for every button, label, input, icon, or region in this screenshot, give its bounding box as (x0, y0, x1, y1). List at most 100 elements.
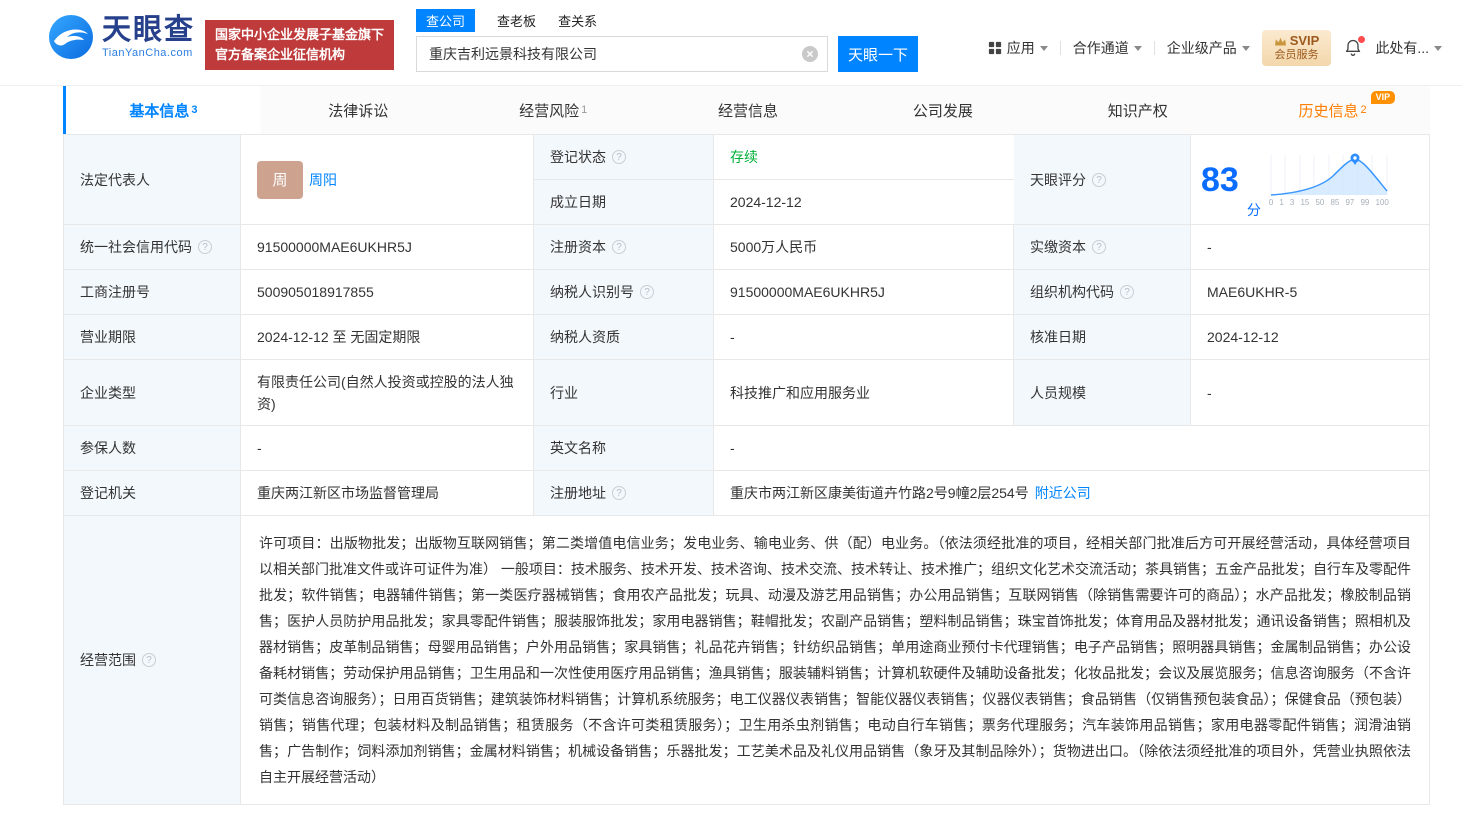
tab-label: 经营信息 (718, 100, 778, 121)
taxpayer-id-label: 纳税人识别号? (534, 270, 714, 314)
reg-status-label: 登记状态? (534, 135, 714, 179)
certification-badge: 国家中小企业发展子基金旗下 官方备案企业征信机构 (205, 20, 394, 70)
reg-number-value: 500905018917855 (241, 270, 534, 314)
legal-rep-value: 周 周阳 (241, 135, 534, 224)
notifications-bell-icon[interactable] (1343, 38, 1363, 58)
nav-more[interactable]: 此处有... (1375, 38, 1442, 58)
tianyancha-logo-icon (48, 14, 94, 60)
chevron-down-icon (1040, 46, 1048, 51)
reg-capital-value: 5000万人民币 (714, 225, 1014, 269)
help-icon[interactable]: ? (612, 240, 626, 254)
tab-history-info[interactable]: 历史信息2 VIP (1235, 86, 1430, 134)
insured-count-value: - (241, 426, 534, 470)
nav-cooperation[interactable]: 合作通道 (1073, 38, 1142, 58)
nav-cooperation-label: 合作通道 (1073, 38, 1129, 58)
tab-count: 2 (1361, 104, 1367, 116)
site-header: 天眼查 TianYanCha.com 国家中小企业发展子基金旗下 官方备案企业征… (0, 0, 1462, 86)
nearby-companies-link[interactable]: 附近公司 (1035, 483, 1091, 503)
score-axis: 013 155085 9799100 (1269, 198, 1389, 207)
tab-company-development[interactable]: 公司发展 (845, 86, 1040, 134)
help-icon[interactable]: ? (1092, 240, 1106, 254)
reg-address-value: 重庆市两江新区康美街道卉竹路2号9幢2层254号 附近公司 (714, 471, 1429, 515)
brand-name: 天眼查 (102, 15, 195, 47)
basic-info-table: 法定代表人 周 周阳 登记状态? 存续 成立日期 2024-12-12 天眼评分… (63, 134, 1430, 805)
industry-label: 行业 (534, 360, 714, 425)
company-type-label: 企业类型 (64, 360, 241, 425)
tab-label: 法律诉讼 (328, 100, 388, 121)
chevron-down-icon (1134, 46, 1142, 51)
company-type-value: 有限责任公司(自然人投资或控股的法人独资) (241, 360, 534, 425)
crown-icon (1274, 37, 1287, 46)
tab-label: 基本信息 (129, 100, 189, 121)
tab-label: 历史信息 (1299, 100, 1359, 121)
clear-search-icon[interactable] (802, 46, 818, 62)
tab-intellectual-property[interactable]: 知识产权 (1040, 86, 1235, 134)
org-code-label: 组织机构代码? (1014, 270, 1191, 314)
reg-capital-label: 注册资本? (534, 225, 714, 269)
score-value: 83 (1201, 163, 1239, 197)
tianyan-score[interactable]: 83 分 013 155085 (1191, 135, 1429, 224)
vip-tag: VIP (1371, 91, 1396, 104)
search-tab-relation[interactable]: 查关系 (558, 11, 597, 30)
tianyancha-logo[interactable]: 天眼查 TianYanCha.com (48, 14, 195, 60)
reg-number-label: 工商注册号 (64, 270, 241, 314)
taxpayer-id-value: 91500000MAE6UKHR5J (714, 270, 1014, 314)
help-icon[interactable]: ? (1092, 173, 1106, 187)
help-icon[interactable]: ? (198, 240, 212, 254)
brand-domain: TianYanCha.com (102, 47, 195, 59)
tab-business-info[interactable]: 经营信息 (651, 86, 846, 134)
nav-enterprise-label: 企业级产品 (1167, 38, 1237, 58)
credit-code-label: 统一社会信用代码? (64, 225, 241, 269)
nav-apps-label: 应用 (1007, 38, 1035, 58)
divider (1060, 41, 1061, 55)
tab-legal-litigation[interactable]: 法律诉讼 (261, 86, 456, 134)
svip-label: SVIP (1290, 33, 1320, 49)
help-icon[interactable]: ? (612, 486, 626, 500)
help-icon[interactable]: ? (612, 150, 626, 164)
search-tab-boss[interactable]: 查老板 (497, 11, 536, 30)
nav-enterprise-products[interactable]: 企业级产品 (1167, 38, 1250, 58)
legal-rep-name-link[interactable]: 周阳 (309, 170, 337, 190)
business-term-label: 营业期限 (64, 315, 241, 359)
staff-size-label: 人员规模 (1014, 360, 1191, 425)
business-term-value: 2024-12-12 至 无固定期限 (241, 315, 534, 359)
tab-label: 知识产权 (1108, 100, 1168, 121)
help-icon[interactable]: ? (1120, 285, 1134, 299)
org-code-value: MAE6UKHR-5 (1191, 270, 1429, 314)
tab-operation-risk[interactable]: 经营风险1 (456, 86, 651, 134)
certification-line2: 官方备案企业征信机构 (215, 45, 384, 65)
paid-capital-label: 实缴资本? (1014, 225, 1191, 269)
tab-count: 3 (191, 104, 197, 116)
nav-apps[interactable]: 应用 (988, 38, 1048, 58)
divider (1154, 41, 1155, 55)
svip-membership-button[interactable]: SVIP 会员服务 (1262, 30, 1332, 66)
reg-address-label: 注册地址? (534, 471, 714, 515)
taxpayer-quality-label: 纳税人资质 (534, 315, 714, 359)
header-nav: 应用 合作通道 企业级产品 SVIP 会员服务 此处有... (988, 30, 1442, 66)
tab-basic-info[interactable]: 基本信息3 (63, 86, 261, 134)
chevron-down-icon (1242, 46, 1250, 51)
search-block: 查公司 查老板 查关系 天眼一下 (416, 8, 918, 72)
avatar[interactable]: 周 (257, 161, 303, 199)
tab-label: 公司发展 (913, 100, 973, 121)
staff-size-value: - (1191, 360, 1429, 425)
notification-dot (1358, 36, 1365, 43)
search-button[interactable]: 天眼一下 (838, 36, 918, 72)
apps-grid-icon (988, 41, 1002, 55)
nav-more-label: 此处有... (1375, 38, 1429, 58)
english-name-value: - (714, 426, 1429, 470)
business-scope-label: 经营范围? (64, 516, 241, 804)
establish-date-value: 2024-12-12 (714, 180, 1014, 224)
score-chart: 013 155085 9799100 (1269, 153, 1389, 207)
help-icon[interactable]: ? (142, 653, 156, 667)
approval-date-value: 2024-12-12 (1191, 315, 1429, 359)
reg-authority-value: 重庆两江新区市场监督管理局 (241, 471, 534, 515)
tab-count: 1 (581, 104, 587, 116)
english-name-label: 英文名称 (534, 426, 714, 470)
svip-sublabel: 会员服务 (1274, 49, 1320, 63)
business-scope-value: 许可项目：出版物批发；出版物互联网销售；第二类增值电信业务；发电业务、输电业务、… (241, 516, 1429, 804)
help-icon[interactable]: ? (640, 285, 654, 299)
search-tabs: 查公司 查老板 查关系 (416, 8, 918, 32)
search-input[interactable] (416, 36, 828, 72)
search-tab-company[interactable]: 查公司 (416, 9, 475, 32)
